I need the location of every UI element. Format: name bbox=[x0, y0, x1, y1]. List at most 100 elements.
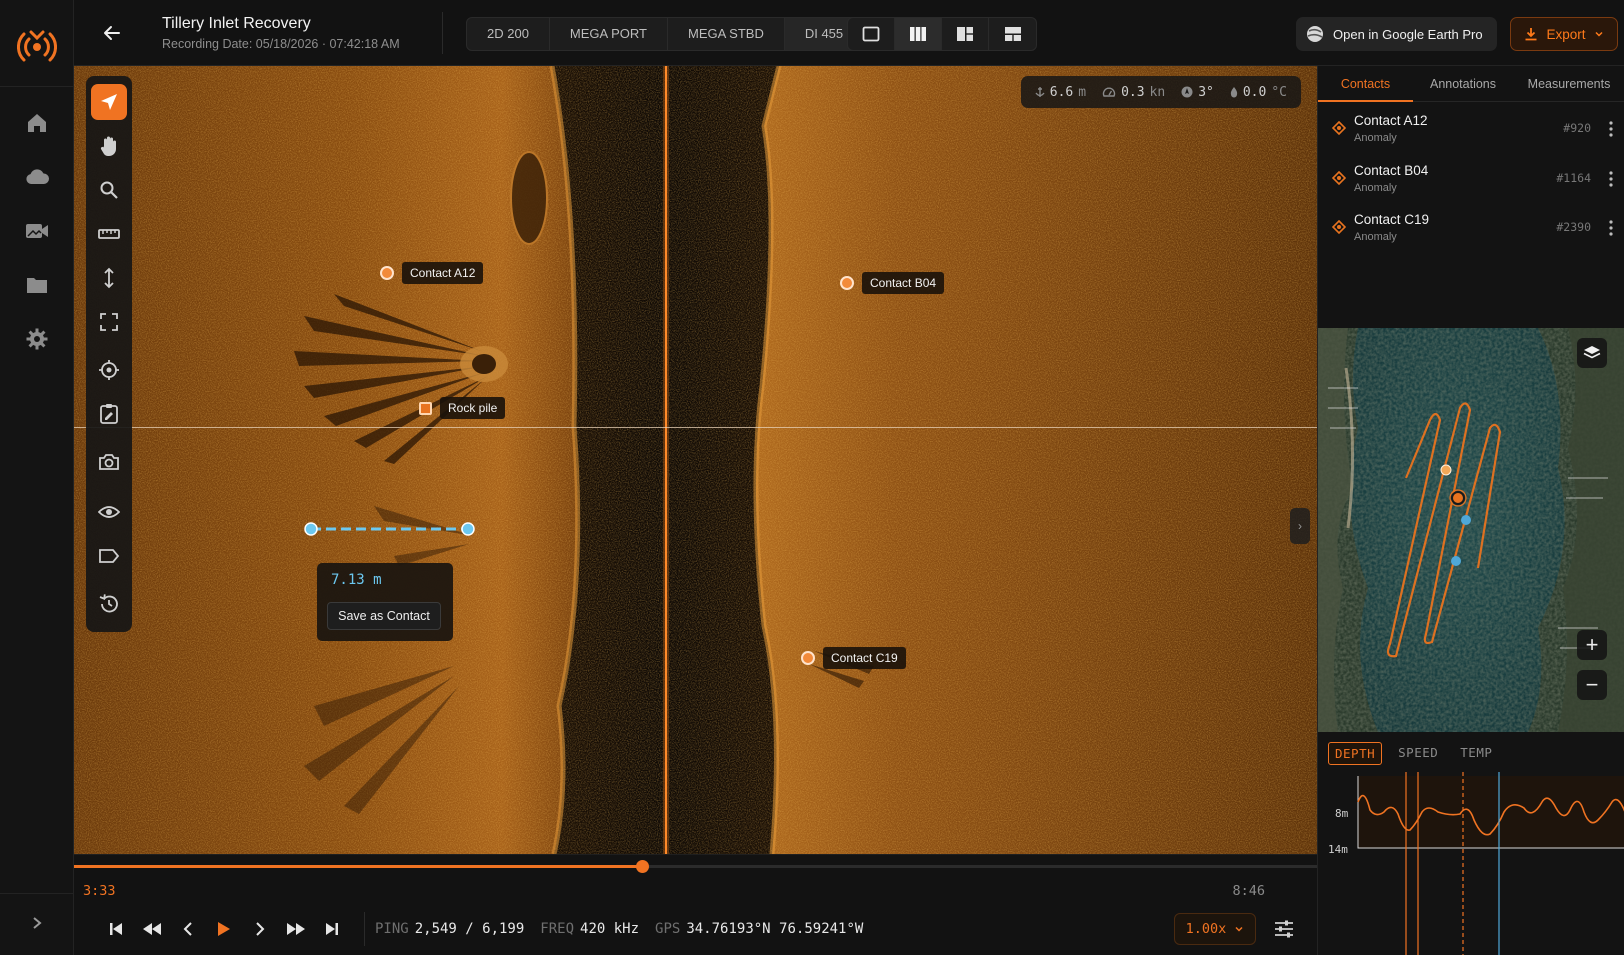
zoom-out-minus-icon[interactable]: − bbox=[1577, 670, 1607, 700]
contact-type: Anomaly bbox=[1354, 132, 1397, 144]
contact-diamond-icon bbox=[1332, 171, 1346, 185]
step-forward-icon[interactable] bbox=[242, 911, 278, 947]
timeline-handle[interactable] bbox=[636, 860, 650, 873]
visibility-eye-icon[interactable] bbox=[91, 494, 127, 530]
channel-mega-port[interactable]: MEGA PORT bbox=[550, 18, 668, 50]
header-bar: Tillery Inlet Recovery Recording Date: 0… bbox=[74, 0, 1624, 66]
channel-2d-200[interactable]: 2D 200 bbox=[467, 18, 550, 50]
sonar-image-view[interactable]: 6.6 m 0.3 kn 3° 0.0 °C Contact A12 Conta… bbox=[74, 66, 1317, 854]
step-back-icon[interactable] bbox=[170, 911, 206, 947]
tab-contacts[interactable]: Contacts bbox=[1318, 66, 1413, 102]
layout-split-top-icon[interactable] bbox=[989, 18, 1036, 50]
map-layers-icon[interactable] bbox=[1577, 338, 1607, 368]
fit-fullscreen-icon[interactable] bbox=[91, 304, 127, 340]
freq-stat: FREQ 420 kHz bbox=[540, 921, 639, 937]
current-time: 3:33 bbox=[83, 883, 116, 899]
contact-diamond-icon bbox=[1332, 121, 1346, 135]
back-arrow-icon[interactable] bbox=[98, 19, 126, 47]
nav-divider-bottom bbox=[0, 893, 74, 894]
temp-unit: °C bbox=[1271, 84, 1287, 100]
survey-track-map[interactable]: + − bbox=[1318, 328, 1624, 732]
layout-single-icon[interactable] bbox=[848, 18, 895, 50]
marker-contact-b04[interactable]: Contact B04 bbox=[840, 272, 945, 294]
graph-tabs: DEPTH SPEED TEMP bbox=[1328, 742, 1498, 765]
transport-controls: PING 2,549 / 6,199 FREQ 420 kHz GPS 34.7619… bbox=[98, 911, 879, 947]
settings-gear-icon[interactable] bbox=[22, 324, 52, 354]
contact-list-item[interactable]: Contact B04 Anomaly #1164 bbox=[1318, 156, 1624, 205]
contact-type: Anomaly bbox=[1354, 231, 1397, 243]
channel-mega-stbd[interactable]: MEGA STBD bbox=[668, 18, 785, 50]
marker-rock-pile[interactable]: Rock pile bbox=[419, 397, 506, 419]
ruler-icon[interactable] bbox=[91, 216, 127, 252]
label-tag-icon[interactable] bbox=[91, 538, 127, 574]
sensor-readout: 6.6 m 0.3 kn 3° 0.0 °C bbox=[1020, 76, 1301, 108]
contact-list-item[interactable]: Contact A12 Anomaly #920 bbox=[1318, 106, 1624, 155]
page-title: Tillery Inlet Recovery bbox=[162, 15, 311, 32]
camera-snapshot-icon[interactable] bbox=[91, 444, 127, 480]
water-drop-icon bbox=[1230, 87, 1238, 98]
export-button[interactable]: Export bbox=[1510, 17, 1618, 51]
pan-hand-icon[interactable] bbox=[91, 128, 127, 164]
skip-to-end-icon[interactable] bbox=[314, 911, 350, 947]
video-camera-icon[interactable] bbox=[22, 216, 52, 246]
layout-columns-icon[interactable] bbox=[895, 18, 942, 50]
tab-measurements[interactable]: Measurements bbox=[1513, 66, 1624, 102]
end-time: 8:46 bbox=[1232, 883, 1265, 899]
more-options-icon[interactable] bbox=[1605, 168, 1617, 190]
fast-forward-icon[interactable] bbox=[278, 911, 314, 947]
app-logo-icon[interactable] bbox=[17, 27, 57, 67]
depth-graph[interactable]: 8m 14m bbox=[1318, 772, 1624, 955]
save-as-contact-button[interactable]: Save as Contact bbox=[327, 602, 441, 630]
rewind-icon[interactable] bbox=[134, 911, 170, 947]
history-icon[interactable] bbox=[91, 586, 127, 622]
graph-tab-speed[interactable]: SPEED bbox=[1392, 742, 1444, 765]
timeline-scrubber[interactable] bbox=[74, 860, 1317, 873]
timeline-progress bbox=[74, 865, 643, 868]
zoom-in-plus-icon[interactable]: + bbox=[1577, 630, 1607, 660]
gps-value: 34.76193°N 76.59241°W bbox=[686, 921, 864, 937]
open-google-earth-button[interactable]: Open in Google Earth Pro bbox=[1296, 17, 1497, 51]
play-icon[interactable] bbox=[206, 911, 242, 947]
contact-dot-icon bbox=[840, 276, 854, 290]
marker-label: Rock pile bbox=[440, 397, 506, 419]
select-pointer-icon[interactable] bbox=[91, 84, 127, 120]
skip-to-start-icon[interactable] bbox=[98, 911, 134, 947]
contact-list-item[interactable]: Contact C19 Anomaly #2390 bbox=[1318, 205, 1624, 254]
playback-speed-select[interactable]: 1.00x bbox=[1174, 913, 1256, 945]
graph-tab-temp[interactable]: TEMP bbox=[1454, 742, 1498, 765]
chevron-down-icon bbox=[1594, 31, 1603, 37]
heading-readout: 3° bbox=[1181, 85, 1214, 100]
temp-value: 0.0 bbox=[1242, 84, 1267, 100]
annotation-square-icon bbox=[419, 401, 432, 415]
tab-annotations[interactable]: Annotations bbox=[1413, 66, 1513, 102]
clipboard-edit-icon[interactable] bbox=[91, 396, 127, 432]
expand-panel-chevron-icon[interactable]: › bbox=[1290, 508, 1310, 544]
contact-name: Contact B04 bbox=[1354, 163, 1429, 178]
contact-name: Contact A12 bbox=[1354, 113, 1428, 128]
right-panel: Contacts Annotations Measurements Contac… bbox=[1317, 66, 1624, 955]
target-crosshair-icon[interactable] bbox=[91, 352, 127, 388]
zoom-magnifier-icon[interactable] bbox=[91, 172, 127, 208]
home-icon[interactable] bbox=[22, 108, 52, 138]
measurement-popup: 7.13 m Save as Contact bbox=[317, 563, 453, 641]
more-options-icon[interactable] bbox=[1605, 118, 1617, 140]
graph-tab-depth[interactable]: DEPTH bbox=[1328, 742, 1383, 765]
depth-unit: m bbox=[1078, 84, 1087, 100]
marker-contact-c19[interactable]: Contact C19 bbox=[801, 647, 906, 669]
adjustments-sliders-icon[interactable] bbox=[1266, 913, 1302, 945]
right-panel-tabs: Contacts Annotations Measurements bbox=[1318, 66, 1624, 102]
open-google-earth-label: Open in Google Earth Pro bbox=[1333, 26, 1483, 42]
contact-name: Contact C19 bbox=[1354, 212, 1430, 227]
layout-split-left-icon[interactable] bbox=[942, 18, 989, 50]
expand-nav-chevron-icon[interactable] bbox=[22, 908, 52, 938]
contact-dot-icon bbox=[380, 266, 394, 280]
download-icon bbox=[1525, 28, 1537, 41]
graph-y-label-8m: 8m bbox=[1335, 807, 1349, 820]
folder-icon[interactable] bbox=[22, 270, 52, 300]
depth-readout: 6.6 m bbox=[1035, 85, 1086, 100]
more-options-icon[interactable] bbox=[1605, 217, 1617, 239]
cloud-icon[interactable] bbox=[22, 162, 52, 192]
marker-contact-a12[interactable]: Contact A12 bbox=[380, 262, 484, 284]
marker-label: Contact A12 bbox=[402, 262, 484, 284]
vertical-measure-icon[interactable] bbox=[91, 260, 127, 296]
